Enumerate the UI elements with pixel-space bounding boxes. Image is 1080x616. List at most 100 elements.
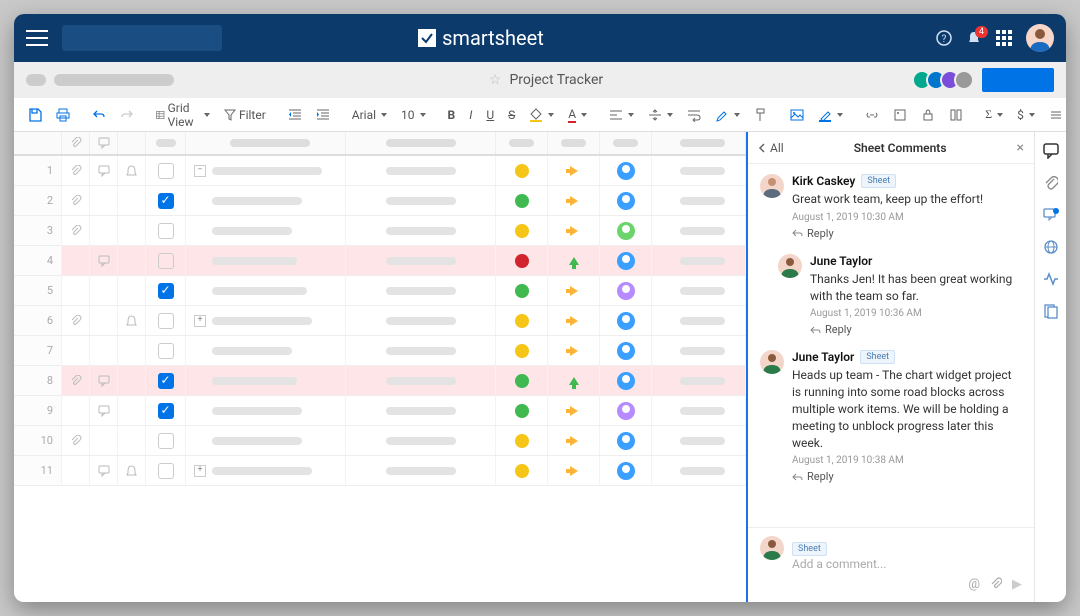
link-icon[interactable]: [859, 104, 885, 126]
shared-avatars[interactable]: [918, 70, 974, 90]
row-comment-icon[interactable]: [90, 426, 118, 455]
assignee-avatar[interactable]: [617, 282, 635, 300]
rail-attachments-icon[interactable]: [1042, 174, 1060, 192]
grid-row[interactable]: 8: [14, 366, 746, 396]
row-comment-icon[interactable]: [90, 246, 118, 275]
assignee-avatar[interactable]: [617, 162, 635, 180]
send-icon[interactable]: ▶: [1012, 577, 1022, 592]
fill-color-dropdown[interactable]: [523, 104, 560, 126]
assignee-avatar[interactable]: [617, 222, 635, 240]
underline-icon[interactable]: U: [480, 104, 500, 126]
row-reminder-icon[interactable]: [118, 366, 146, 395]
currency-icon[interactable]: $: [1011, 104, 1041, 126]
assignee-avatar[interactable]: [617, 342, 635, 360]
font-size-dropdown[interactable]: 10: [395, 104, 432, 126]
text-color-dropdown[interactable]: A: [562, 103, 593, 127]
comments-back-button[interactable]: All: [758, 141, 784, 155]
comment-column-icon[interactable]: [90, 132, 118, 154]
insert-image-icon[interactable]: [784, 104, 810, 126]
format-painter-icon[interactable]: [748, 104, 774, 126]
attachment-toolbar-icon[interactable]: [887, 104, 913, 126]
row-reminder-icon[interactable]: [118, 246, 146, 275]
row-reminder-icon[interactable]: [118, 156, 146, 185]
help-icon[interactable]: ?: [936, 30, 952, 46]
assignee-avatar[interactable]: [617, 432, 635, 450]
grid-row[interactable]: 9: [14, 396, 746, 426]
row-reminder-icon[interactable]: [118, 456, 146, 485]
attach-icon[interactable]: [990, 577, 1002, 592]
star-icon[interactable]: ☆: [489, 72, 502, 88]
user-avatar[interactable]: [1026, 24, 1054, 52]
grid-row[interactable]: 7: [14, 336, 746, 366]
row-comment-icon[interactable]: [90, 276, 118, 305]
assignee-avatar[interactable]: [617, 312, 635, 330]
italic-icon[interactable]: I: [463, 104, 478, 126]
row-reminder-icon[interactable]: [118, 306, 146, 335]
row-comment-icon[interactable]: [90, 396, 118, 425]
close-icon[interactable]: ×: [1017, 140, 1024, 156]
grid-row[interactable]: 5: [14, 276, 746, 306]
mention-icon[interactable]: @: [968, 577, 980, 592]
grid-view-dropdown[interactable]: Grid View: [150, 97, 216, 133]
row-reminder-icon[interactable]: [118, 216, 146, 245]
insert-column-icon[interactable]: [943, 104, 969, 126]
checkbox[interactable]: [158, 223, 174, 239]
row-attachment-icon[interactable]: [62, 396, 90, 425]
undo-icon[interactable]: [86, 104, 112, 126]
grid-row[interactable]: 6+: [14, 306, 746, 336]
row-attachment-icon[interactable]: [62, 426, 90, 455]
row-attachment-icon[interactable]: [62, 216, 90, 245]
grid-row[interactable]: 11+: [14, 456, 746, 486]
row-comment-icon[interactable]: [90, 306, 118, 335]
outdent-icon[interactable]: [282, 104, 308, 126]
rail-summary-icon[interactable]: [1042, 302, 1060, 320]
menu-icon[interactable]: [26, 30, 48, 46]
row-attachment-icon[interactable]: [62, 336, 90, 365]
rail-comments-icon[interactable]: [1042, 142, 1060, 160]
percent-icon[interactable]: [1043, 104, 1066, 126]
checkbox[interactable]: [158, 343, 174, 359]
collapse-icon[interactable]: −: [194, 165, 206, 177]
row-reminder-icon[interactable]: [118, 426, 146, 455]
vertical-align-icon[interactable]: [642, 104, 679, 126]
bold-icon[interactable]: B: [442, 104, 462, 126]
share-button[interactable]: [982, 68, 1054, 92]
row-attachment-icon[interactable]: [62, 156, 90, 185]
row-comment-icon[interactable]: [90, 456, 118, 485]
wrap-text-icon[interactable]: [681, 104, 707, 126]
row-reminder-icon[interactable]: [118, 276, 146, 305]
row-comment-icon[interactable]: [90, 186, 118, 215]
strikethrough-icon[interactable]: S: [502, 104, 521, 126]
highlight-icon[interactable]: [709, 104, 746, 126]
assignee-avatar[interactable]: [617, 372, 635, 390]
filter-button[interactable]: Filter: [218, 104, 272, 126]
rail-publish-icon[interactable]: [1042, 238, 1060, 256]
redo-icon[interactable]: [114, 104, 140, 126]
assignee-avatar[interactable]: [617, 402, 635, 420]
compose-context-tag[interactable]: Sheet: [792, 542, 827, 556]
checkbox[interactable]: [158, 163, 174, 179]
row-comment-icon[interactable]: [90, 156, 118, 185]
row-reminder-icon[interactable]: [118, 186, 146, 215]
sheet-grid[interactable]: 1−23456+7891011+: [14, 132, 746, 602]
row-attachment-icon[interactable]: [62, 456, 90, 485]
indent-icon[interactable]: [310, 104, 336, 126]
row-attachment-icon[interactable]: [62, 306, 90, 335]
checkbox[interactable]: [158, 313, 174, 329]
apps-grid-icon[interactable]: [996, 30, 1012, 46]
align-left-icon[interactable]: [603, 104, 640, 126]
grid-row[interactable]: 4: [14, 246, 746, 276]
save-icon[interactable]: [22, 104, 48, 126]
row-comment-icon[interactable]: [90, 336, 118, 365]
row-attachment-icon[interactable]: [62, 186, 90, 215]
checkbox[interactable]: [158, 373, 174, 389]
row-attachment-icon[interactable]: [62, 246, 90, 275]
grid-row[interactable]: 2: [14, 186, 746, 216]
reply-button[interactable]: Reply: [792, 227, 1022, 240]
row-comment-icon[interactable]: [90, 366, 118, 395]
sum-icon[interactable]: Σ: [979, 103, 1009, 126]
rail-activity-icon[interactable]: [1042, 270, 1060, 288]
compose-input[interactable]: Add a comment...: [792, 555, 1022, 571]
row-reminder-icon[interactable]: [118, 396, 146, 425]
row-attachment-icon[interactable]: [62, 366, 90, 395]
